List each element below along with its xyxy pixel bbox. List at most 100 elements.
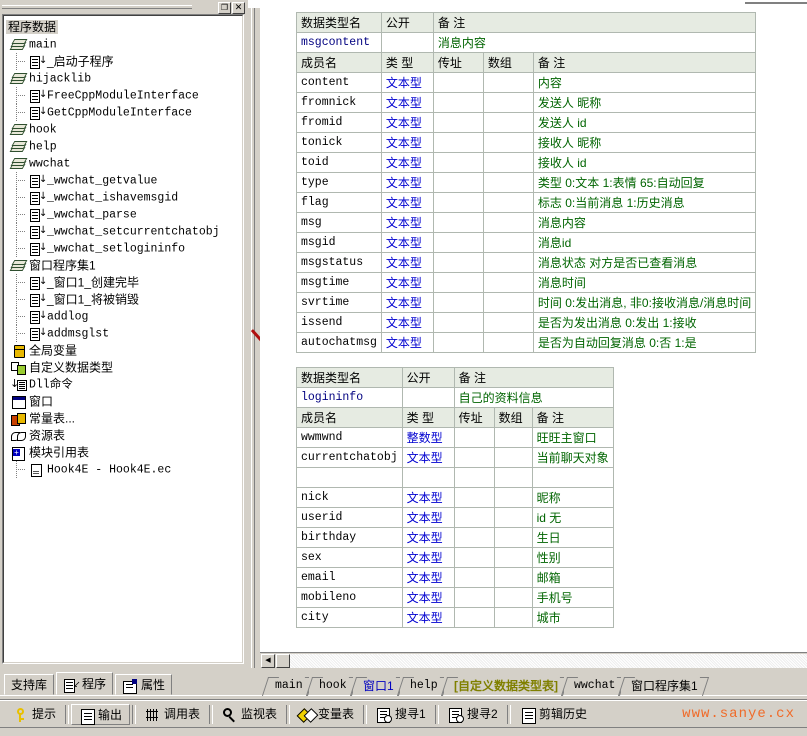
document-tab-hook[interactable]: hook [309, 677, 355, 695]
member-byref[interactable] [432, 172, 484, 193]
member-array[interactable] [493, 467, 533, 488]
member-name[interactable]: msgid [296, 232, 382, 253]
member-array[interactable] [482, 92, 534, 113]
tree-item[interactable]: ↓ Dll命令 [6, 376, 240, 393]
tree-item[interactable]: + 模块引用表 [6, 444, 240, 462]
left-tab-支持库[interactable]: 支持库 [4, 674, 55, 695]
table-row[interactable]: nick 文本型 昵称 [296, 487, 614, 508]
member-type[interactable]: 文本型 [380, 152, 434, 173]
member-type[interactable]: 文本型 [380, 312, 434, 333]
close-button[interactable]: ✕ [232, 2, 245, 14]
toolbar-item-剪辑历史[interactable]: 剪辑历史 [513, 704, 594, 725]
table-row[interactable]: content 文本型 内容 [296, 72, 757, 93]
member-byref[interactable] [432, 192, 484, 213]
member-note[interactable]: 内容 [532, 72, 757, 93]
datatype-row[interactable]: logininfo 自己的资料信息 [296, 387, 614, 408]
member-name[interactable]: fromid [296, 112, 382, 133]
member-byref[interactable] [453, 507, 495, 528]
member-name[interactable]: flag [296, 192, 382, 213]
tree-item[interactable]: 资源表 [6, 427, 240, 444]
document-tab-wwchat[interactable]: wwchat [564, 677, 624, 695]
member-array[interactable] [482, 312, 534, 333]
tree-item[interactable]: 常量表... [6, 410, 240, 427]
toolbar-item-搜寻2[interactable]: 搜寻2 [441, 704, 505, 725]
member-type[interactable]: 文本型 [380, 232, 434, 253]
member-type[interactable]: 文本型 [380, 332, 434, 353]
member-name[interactable]: fromnick [296, 92, 382, 113]
toolbar-item-搜寻1[interactable]: 搜寻1 [369, 704, 433, 725]
bottom-toolbar[interactable]: www.sanye.cx 提示 输出 调用表 监视表 变量表 搜寻1 搜寻2 剪辑历史 [0, 699, 807, 728]
member-name[interactable]: nick [296, 487, 403, 508]
member-note[interactable]: 发送人 id [532, 112, 757, 133]
member-byref[interactable] [432, 312, 484, 333]
member-note[interactable]: 标志 0:当前消息 1:历史消息 [532, 192, 757, 213]
datatype-tables-container[interactable]: 数据类型名 公开备 注 msgcontent 消息内容 成员名类 型传址 数组备 注 con… [260, 4, 807, 652]
table-row[interactable]: birthday 文本型 生日 [296, 527, 614, 548]
member-type[interactable]: 文本型 [380, 132, 434, 153]
member-note[interactable]: 生日 [531, 527, 614, 548]
datatype-note[interactable]: 消息内容 [432, 32, 757, 53]
member-name[interactable]: content [296, 72, 382, 93]
member-note[interactable]: 昵称 [531, 487, 614, 508]
table-row[interactable]: currentchatobj 文本型 当前聊天对象 [296, 447, 614, 468]
tree-item[interactable]: ↓ GetCppModuleInterface [6, 104, 240, 121]
member-array[interactable] [482, 192, 534, 213]
tree-item[interactable]: ↓ _wwchat_parse [6, 206, 240, 223]
document-tab-[自定义数据类型表][interactable]: [自定义数据类型表] [444, 677, 566, 695]
member-byref[interactable] [453, 467, 495, 488]
left-tab-程序[interactable]: ↙ 程序 [56, 672, 114, 695]
table-row[interactable]: fromid 文本型 发送人 id [296, 112, 757, 133]
member-byref[interactable] [453, 427, 495, 448]
member-byref[interactable] [432, 152, 484, 173]
member-array[interactable] [493, 587, 533, 608]
member-array[interactable] [493, 567, 533, 588]
member-note[interactable]: 消息id [532, 232, 757, 253]
table-row[interactable]: mobileno 文本型 手机号 [296, 587, 614, 608]
member-name[interactable]: email [296, 567, 403, 588]
member-note[interactable]: 时间 0:发出消息, 非0:接收消息/消息时间 [532, 292, 757, 313]
table-row[interactable]: userid 文本型 id 无 [296, 507, 614, 528]
member-type[interactable]: 文本型 [401, 587, 455, 608]
tree-root[interactable]: 程序数据 [6, 19, 240, 36]
member-byref[interactable] [432, 272, 484, 293]
member-note[interactable]: 旺旺主窗口 [531, 427, 614, 448]
table-row[interactable]: wwmwnd 整数型 旺旺主窗口 [296, 427, 614, 448]
datatype-public[interactable] [380, 32, 434, 53]
tree-item[interactable]: hijacklib [6, 70, 240, 87]
member-array[interactable] [493, 527, 533, 548]
member-name[interactable]: msg [296, 212, 382, 233]
restore-button[interactable]: ❐ [218, 2, 231, 14]
left-tab-属性[interactable]: 属性 [115, 674, 173, 695]
member-byref[interactable] [453, 547, 495, 568]
member-note[interactable]: 手机号 [531, 587, 614, 608]
member-array[interactable] [482, 172, 534, 193]
member-array[interactable] [493, 447, 533, 468]
member-array[interactable] [493, 607, 533, 628]
tree-item[interactable]: ↓ _窗口1_将被销毁 [6, 291, 240, 308]
member-type[interactable]: 文本型 [380, 272, 434, 293]
member-name[interactable]: currentchatobj [296, 447, 403, 468]
tree-item[interactable]: 自定义数据类型 [6, 359, 240, 376]
toolbar-item-输出[interactable]: 输出 [71, 704, 131, 725]
tree-item[interactable]: main [6, 36, 240, 53]
tree-item[interactable]: help [6, 138, 240, 155]
member-array[interactable] [482, 292, 534, 313]
member-type[interactable]: 文本型 [380, 292, 434, 313]
document-tab-help[interactable]: help [400, 677, 446, 695]
datatype-row[interactable]: msgcontent 消息内容 [296, 32, 757, 53]
tree-item[interactable]: ↓ _启动子程序 [6, 53, 240, 70]
member-type[interactable]: 文本型 [401, 447, 455, 468]
tree-item[interactable]: ↓ _wwchat_getvalue [6, 172, 240, 189]
member-note[interactable]: 消息时间 [532, 272, 757, 293]
tree-item[interactable]: ↓ _wwchat_setcurrentchatobj [6, 223, 240, 240]
table-row[interactable]: type 文本型 类型 0:文本 1:表情 65:自动回复 [296, 172, 757, 193]
member-array[interactable] [482, 232, 534, 253]
table-row[interactable]: sex 文本型 性别 [296, 547, 614, 568]
member-type[interactable] [401, 467, 455, 488]
member-note[interactable]: 是否为自动回复消息 0:否 1:是 [532, 332, 757, 353]
table-row[interactable]: msg 文本型 消息内容 [296, 212, 757, 233]
member-array[interactable] [482, 332, 534, 353]
datatype-table[interactable]: 数据类型名 公开备 注 msgcontent 消息内容 成员名类 型传址 数组备 注 con… [296, 12, 757, 353]
tree-item[interactable]: Hook4E - Hook4E.ec [6, 461, 240, 478]
member-array[interactable] [493, 427, 533, 448]
